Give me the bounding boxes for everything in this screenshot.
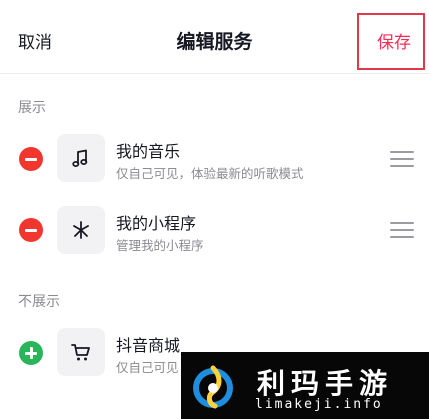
minus-icon — [25, 228, 37, 232]
nav-bar: 取消 编辑服务 保存 — [0, 0, 429, 74]
section-label-hidden: 不展示 — [18, 294, 60, 310]
item-subtitle: 管理我的小程序 — [116, 238, 204, 253]
watermark-logo: 利玛手游 limakeji.info — [181, 352, 429, 419]
save-button[interactable]: 保存 — [377, 28, 411, 53]
music-note-icon — [72, 149, 88, 167]
watermark-url: limakeji.info — [255, 397, 383, 412]
add-mall-button[interactable] — [19, 341, 43, 365]
mini-program-icon — [73, 221, 89, 239]
drag-handle-icon[interactable] — [390, 222, 414, 238]
mall-tile — [57, 328, 105, 376]
watermark-title: 利玛手游 — [257, 367, 394, 400]
item-subtitle: 仅自己可见 — [116, 360, 179, 375]
list-item-music: 我的音乐 仅自己可见，体验最新的听歌模式 — [0, 126, 429, 190]
item-title: 我的音乐 — [116, 142, 181, 161]
section-label-shown: 展示 — [18, 100, 46, 116]
item-title: 抖音商城 — [116, 336, 181, 355]
watermark-swirl-icon — [193, 365, 233, 409]
drag-handle-icon[interactable] — [390, 151, 414, 167]
remove-music-button[interactable] — [19, 147, 43, 171]
item-subtitle: 仅自己可见，体验最新的听歌模式 — [116, 166, 304, 181]
remove-mini-program-button[interactable] — [19, 218, 43, 242]
list-item-mini-program: 我的小程序 管理我的小程序 — [0, 198, 429, 262]
minus-icon — [25, 157, 37, 161]
mini-program-tile — [57, 206, 105, 254]
shopping-cart-icon — [71, 344, 90, 361]
music-tile — [57, 134, 105, 182]
item-title: 我的小程序 — [116, 214, 197, 233]
